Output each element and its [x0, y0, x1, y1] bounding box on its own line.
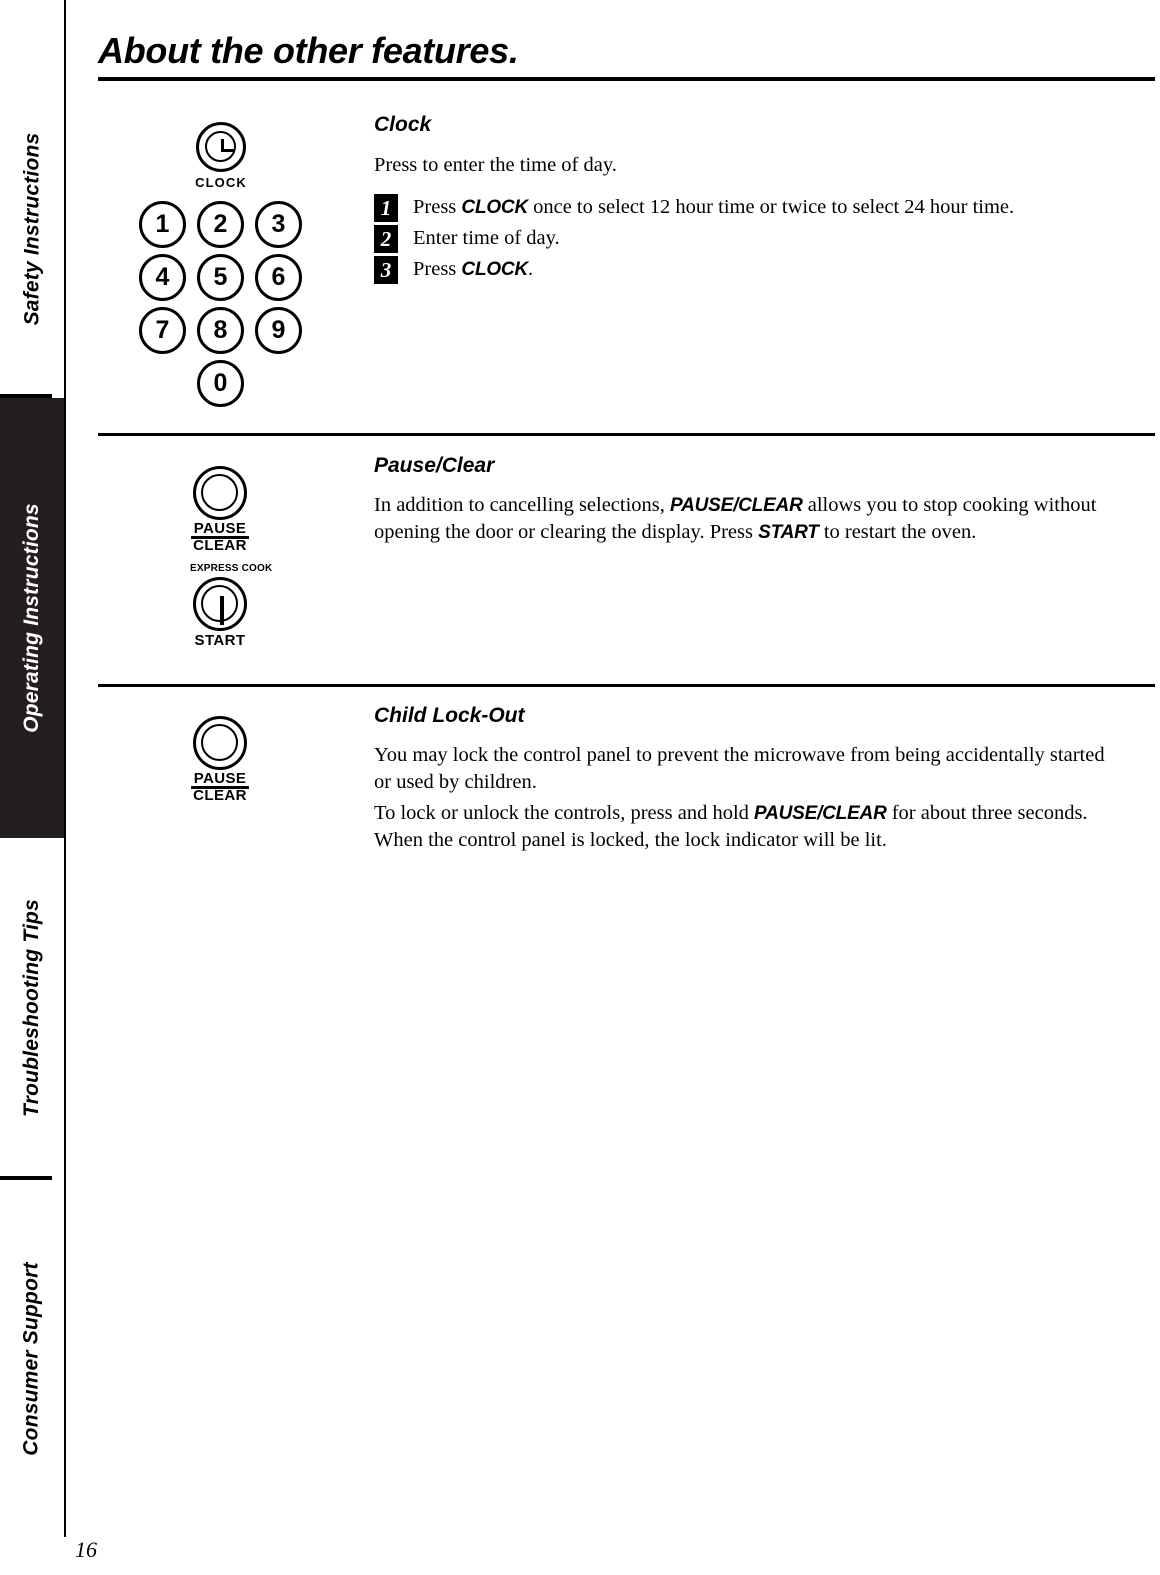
- body-emphasis-pause-clear: PAUSE/CLEAR: [670, 495, 803, 516]
- pause-label: PAUSE: [193, 770, 247, 787]
- step-text-pre: Press: [413, 196, 462, 218]
- body-emphasis-pause-clear: PAUSE/CLEAR: [754, 803, 887, 824]
- start-label: START: [194, 632, 246, 649]
- step-emphasis: CLOCK: [461, 197, 528, 218]
- sidebar-item-label: Operating Instructions: [20, 503, 43, 733]
- keypad-key-4[interactable]: 4: [139, 254, 186, 301]
- section-heading-child-lock-out: Child Lock-Out: [374, 704, 525, 727]
- step-text-pre: Enter time of day.: [413, 227, 560, 249]
- step-number: 3: [374, 256, 398, 284]
- express-cook-label: EXPRESS COOK: [190, 563, 273, 574]
- sidebar-item-troubleshooting-tips[interactable]: Troubleshooting Tips: [0, 838, 64, 1178]
- section-divider: [98, 433, 1155, 436]
- button-inner-ring-icon: [201, 724, 238, 761]
- pause-clear-body-text: In addition to cancelling selections, PA…: [374, 492, 1129, 546]
- page-title: About the other features.: [98, 30, 519, 71]
- step-item: 3 Press CLOCK.: [374, 256, 533, 284]
- step-text: Enter time of day.: [413, 225, 560, 252]
- child-lock-paragraph-1: You may lock the control panel to preven…: [374, 744, 1105, 793]
- sidebar-item-label: Safety Instructions: [20, 132, 43, 326]
- sidebar-item-label: Troubleshooting Tips: [20, 899, 44, 1117]
- sidebar: Safety Instructions Operating Instructio…: [0, 0, 66, 1575]
- step-item: 2 Enter time of day.: [374, 225, 560, 253]
- keypad-key-8[interactable]: 8: [197, 307, 244, 354]
- sidebar-item-consumer-support[interactable]: Consumer Support: [0, 1180, 64, 1537]
- manual-page: Safety Instructions Operating Instructio…: [0, 0, 1160, 1575]
- keypad-key-7[interactable]: 7: [139, 307, 186, 354]
- body-emphasis-start: START: [758, 522, 819, 543]
- section-heading-pause-clear: Pause/Clear: [374, 454, 495, 477]
- clear-label: CLEAR: [193, 537, 247, 554]
- sidebar-item-label: Consumer Support: [20, 1261, 43, 1456]
- sidebar-item-operating-instructions[interactable]: Operating Instructions: [0, 398, 64, 838]
- step-text: Press CLOCK.: [413, 256, 533, 283]
- keypad-key-6[interactable]: 6: [255, 254, 302, 301]
- page-number: 16: [75, 1537, 97, 1562]
- sidebar-item-safety-instructions[interactable]: Safety Instructions: [0, 60, 64, 398]
- clock-button-icon: [196, 122, 246, 172]
- clock-hand-horizontal-icon: [221, 149, 234, 152]
- start-button-icon: [193, 577, 247, 631]
- step-text-post: .: [527, 258, 534, 280]
- step-number: 1: [374, 194, 398, 222]
- keypad-key-0[interactable]: 0: [197, 360, 244, 407]
- clock-button-caption: CLOCK: [195, 175, 247, 190]
- step-text-pre: Press: [413, 258, 462, 280]
- pause-label: PAUSE: [193, 520, 247, 537]
- start-bar-icon: [220, 596, 224, 625]
- keypad-key-3[interactable]: 3: [255, 201, 302, 248]
- keypad-key-1[interactable]: 1: [139, 201, 186, 248]
- pause-clear-button-icon: [193, 466, 247, 520]
- sidebar-vertical-rule: [64, 0, 66, 1537]
- keypad-key-9[interactable]: 9: [255, 307, 302, 354]
- section-heading-clock: Clock: [374, 113, 432, 136]
- keypad-key-5[interactable]: 5: [197, 254, 244, 301]
- title-rule: [98, 77, 1155, 81]
- step-item: 1 Press CLOCK once to select 12 hour tim…: [374, 194, 1014, 222]
- body-text-part: To lock or unlock the controls, press an…: [374, 802, 755, 824]
- button-inner-ring-icon: [201, 585, 238, 625]
- body-text-part: to restart the oven.: [818, 521, 977, 543]
- step-emphasis: CLOCK: [461, 259, 528, 280]
- pause-clear-button-icon: [193, 716, 247, 770]
- step-text-post: once to select 12 hour time or twice to …: [527, 196, 1015, 218]
- clock-face-icon: [205, 131, 236, 162]
- body-text-part: In addition to cancelling selections,: [374, 494, 671, 516]
- clear-label: CLEAR: [193, 787, 247, 804]
- step-text: Press CLOCK once to select 12 hour time …: [413, 194, 1014, 221]
- button-inner-ring-icon: [201, 474, 238, 511]
- clock-intro-text: Press to enter the time of day.: [374, 154, 617, 176]
- section-divider: [98, 684, 1155, 687]
- child-lock-paragraph-2: To lock or unlock the controls, press an…: [374, 800, 1134, 854]
- step-number: 2: [374, 225, 398, 253]
- keypad-key-2[interactable]: 2: [197, 201, 244, 248]
